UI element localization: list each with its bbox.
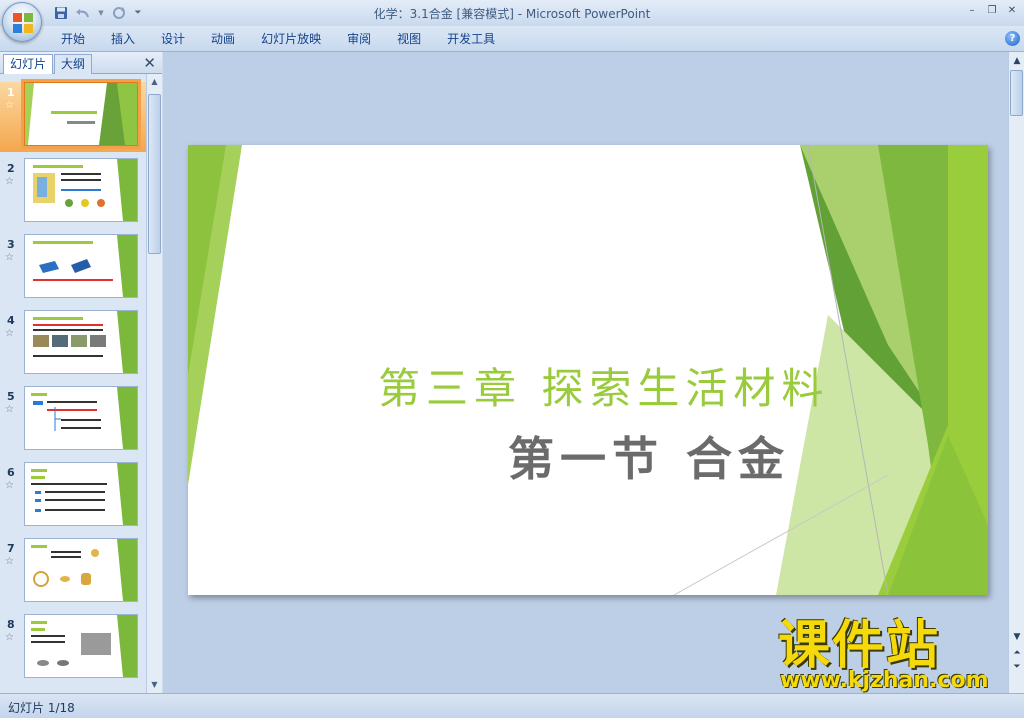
close-icon: ✕ [1007, 4, 1017, 16]
ribbon: 开始 插入 设计 动画 幻灯片放映 审阅 视图 开发工具 ? [0, 26, 1024, 52]
office-button[interactable] [2, 2, 42, 42]
scrollbar-thumb[interactable] [1010, 70, 1023, 116]
tab-slide-show[interactable]: 幻灯片放映 [248, 30, 334, 48]
double-arrow-up-icon: ⏶ [1013, 648, 1021, 658]
slide-thumbnail-3[interactable]: 3 ☆ [0, 234, 146, 304]
slide-thumbnail-2[interactable]: 2 ☆ [0, 158, 146, 228]
slide-number: 6 [7, 466, 15, 479]
animation-star-icon: ☆ [5, 480, 14, 491]
restore-button[interactable]: ❐ [984, 3, 1000, 17]
tab-review[interactable]: 审阅 [334, 30, 384, 48]
help-icon: ? [1009, 33, 1016, 44]
slide-thumbnail-7[interactable]: 7 ☆ [0, 538, 146, 608]
tab-animations[interactable]: 动画 [198, 30, 248, 48]
animation-star-icon: ☆ [5, 328, 14, 339]
slide-editor: 第三章 探索生活材料 第一节 合金 [163, 52, 1008, 693]
close-icon: ✕ [143, 54, 156, 72]
arrow-up-icon: ▲ [151, 77, 158, 86]
scroll-down-button[interactable]: ▼ [147, 677, 162, 693]
slide-thumbnail-6[interactable]: 6 ☆ [0, 462, 146, 532]
slide-number: 1 [7, 86, 15, 99]
slide-thumbnail-1[interactable]: 1 ☆ [0, 79, 146, 152]
tab-view[interactable]: 视图 [384, 30, 434, 48]
window-title: 化学：3.1合金 [兼容模式] - Microsoft PowerPoint [373, 7, 651, 21]
animation-star-icon: ☆ [5, 632, 14, 643]
slide-preview-graphic [31, 463, 137, 525]
minimize-icon: – [969, 4, 975, 16]
tab-design[interactable]: 设计 [148, 30, 198, 48]
close-button[interactable]: ✕ [1004, 3, 1020, 17]
slide-preview-graphic [25, 83, 137, 145]
slide-indicator: 幻灯片 1/18 [8, 701, 75, 715]
scroll-down-button[interactable]: ▼ [1010, 630, 1024, 644]
tab-insert[interactable]: 插入 [98, 30, 148, 48]
slide-preview [21, 79, 141, 149]
slide-thumbnail-8[interactable]: 8 ☆ [0, 614, 146, 684]
slide-title[interactable]: 第三章 探索生活材料 [378, 355, 829, 416]
next-slide-button[interactable]: ⏷ [1010, 660, 1024, 674]
double-arrow-down-icon: ⏷ [1013, 662, 1021, 672]
slide-thumbnail-list: 1 ☆ 2 ☆ 3 ☆ 4 ☆ 5 ☆ 6 ☆ 7 ☆ 8 ☆ [0, 74, 146, 693]
slide-preview [24, 538, 138, 602]
slide-preview-graphic [31, 539, 137, 601]
tab-developer[interactable]: 开发工具 [434, 30, 508, 48]
animation-star-icon: ☆ [5, 100, 14, 111]
animation-star-icon: ☆ [5, 556, 14, 567]
slide-number: 2 [7, 162, 15, 175]
slide-preview-graphic [31, 615, 137, 677]
scrollbar-thumb[interactable] [148, 94, 161, 254]
scroll-up-button[interactable]: ▲ [147, 74, 162, 90]
minimize-button[interactable]: – [964, 3, 980, 17]
slide-subtitle[interactable]: 第一节 合金 [508, 423, 790, 489]
arrow-up-icon: ▲ [1013, 56, 1021, 66]
tab-slides[interactable]: 幻灯片 [3, 54, 54, 74]
slide-scrollbar[interactable]: ▲ ▼ ⏶ ⏷ [1008, 52, 1024, 693]
slide-preview [24, 386, 138, 450]
pane-tabs: 幻灯片 大纲 ✕ [0, 52, 162, 74]
animation-star-icon: ☆ [5, 252, 14, 263]
slide-thumbnail-5[interactable]: 5 ☆ [0, 386, 146, 456]
slide-thumbnail-4[interactable]: 4 ☆ [0, 310, 146, 380]
scroll-up-button[interactable]: ▲ [1010, 54, 1024, 68]
slide-number: 4 [7, 314, 15, 327]
status-bar: 幻灯片 1/18 [0, 693, 1024, 718]
ribbon-tabs: 开始 插入 设计 动画 幻灯片放映 审阅 视图 开发工具 [48, 30, 508, 48]
slide-number: 8 [7, 618, 15, 631]
current-slide[interactable]: 第三章 探索生活材料 第一节 合金 [188, 145, 988, 595]
slide-preview [24, 614, 138, 678]
slides-pane: 幻灯片 大纲 ✕ 1 ☆ 2 ☆ 3 ☆ 4 ☆ 5 ☆ 6 ☆ 7 ☆ 8 ☆… [0, 52, 162, 693]
slide-preview-graphic [33, 311, 137, 373]
arrow-down-icon: ▼ [1013, 632, 1021, 642]
arrow-down-icon: ▼ [151, 680, 158, 689]
slide-preview [24, 462, 138, 526]
tab-outline[interactable]: 大纲 [54, 54, 93, 74]
animation-star-icon: ☆ [5, 404, 14, 415]
slide-number: 7 [7, 542, 15, 555]
slide-number: 3 [7, 238, 15, 251]
slide-preview-graphic [31, 387, 137, 449]
slide-preview-graphic [33, 159, 137, 221]
help-button[interactable]: ? [1005, 31, 1020, 46]
slide-number: 5 [7, 390, 15, 403]
slide-preview [24, 158, 138, 222]
animation-star-icon: ☆ [5, 176, 14, 187]
slide-preview-graphic [33, 235, 137, 297]
slide-preview [24, 234, 138, 298]
tab-home[interactable]: 开始 [48, 30, 98, 48]
office-logo-icon [13, 13, 33, 33]
pane-close-button[interactable]: ✕ [143, 55, 156, 71]
window-controls: – ❐ ✕ [964, 3, 1020, 17]
thumbnail-scrollbar[interactable]: ▲ ▼ [146, 74, 162, 693]
previous-slide-button[interactable]: ⏶ [1010, 646, 1024, 660]
slide-preview [24, 310, 138, 374]
restore-icon: ❐ [987, 4, 997, 16]
title-bar: ▼ ⏷ 化学：3.1合金 [兼容模式] - Microsoft PowerPoi… [0, 0, 1024, 26]
